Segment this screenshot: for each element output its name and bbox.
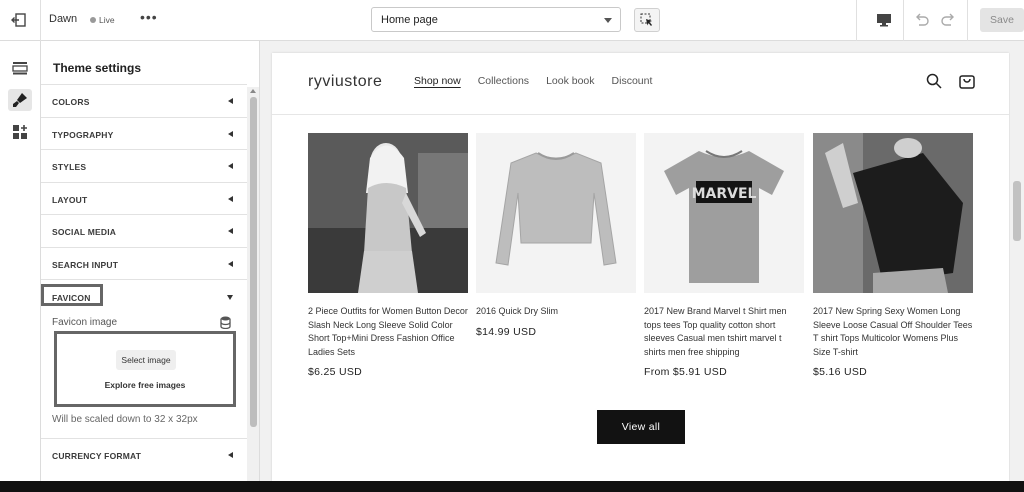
select-image-button[interactable]: Select image xyxy=(116,350,176,370)
product-image-tshirt[interactable]: MARVEL xyxy=(644,133,804,293)
chevron-left-icon xyxy=(228,228,233,234)
status-dot-icon xyxy=(90,17,96,23)
sections-button[interactable] xyxy=(8,57,32,79)
section-layout[interactable]: LAYOUT xyxy=(41,182,247,215)
nav-discount[interactable]: Discount xyxy=(612,75,653,87)
section-styles[interactable]: STYLES xyxy=(41,149,247,182)
divider xyxy=(40,0,41,41)
theme-settings-panel: Theme settings COLORS TYPOGRAPHY STYLES … xyxy=(41,41,260,481)
section-search-input[interactable]: SEARCH INPUT xyxy=(41,247,247,280)
chevron-left-icon xyxy=(228,452,233,458)
inspector-icon xyxy=(640,13,652,26)
bottom-bar xyxy=(0,481,1024,492)
favicon-image-label: Favicon image xyxy=(52,317,118,328)
section-social-media[interactable]: SOCIAL MEDIA xyxy=(41,214,247,247)
panel-scrollbar[interactable] xyxy=(247,87,259,481)
store-logo[interactable]: ryviustore xyxy=(308,73,382,91)
apps-button[interactable] xyxy=(8,121,32,143)
section-label: TYPOGRAPHY xyxy=(52,130,114,140)
inspector-toggle-button[interactable] xyxy=(634,8,660,32)
editor-sidebar-rail xyxy=(0,41,41,481)
product-image-dress[interactable] xyxy=(308,133,468,293)
chevron-down-icon xyxy=(604,18,612,23)
section-label: STYLES xyxy=(52,162,87,172)
theme-name: Dawn xyxy=(49,13,78,25)
save-button[interactable]: Save xyxy=(980,8,1024,32)
section-typography[interactable]: TYPOGRAPHY xyxy=(41,117,247,150)
product-price: $14.99 USD xyxy=(476,325,537,338)
product-title[interactable]: 2017 New Spring Sexy Women Long Sleeve L… xyxy=(813,305,973,359)
nav-collections[interactable]: Collections xyxy=(478,75,529,87)
product-title[interactable]: 2017 New Brand Marvel t Shirt men tops t… xyxy=(644,305,804,359)
desktop-view-button[interactable] xyxy=(873,10,895,30)
favicon-image-picker: Select image Explore free images xyxy=(54,331,236,407)
view-all-button[interactable]: View all xyxy=(597,410,685,444)
sections-icon xyxy=(12,62,28,75)
favicon-highlight-box xyxy=(41,284,103,306)
chevron-left-icon xyxy=(228,261,233,267)
product-card[interactable]: 2016 Quick Dry Slim $14.99 USD xyxy=(476,133,636,338)
product-price: $5.16 USD xyxy=(813,366,868,378)
desktop-icon xyxy=(877,14,891,27)
product-image-sweater[interactable] xyxy=(476,133,636,293)
chevron-left-icon xyxy=(228,196,233,202)
divider xyxy=(903,0,904,41)
nav-shop-now[interactable]: Shop now xyxy=(414,75,461,87)
scroll-up-icon xyxy=(250,89,256,93)
undo-icon xyxy=(916,13,929,26)
section-currency-format[interactable]: CURRENCY FORMAT xyxy=(41,438,247,471)
live-label: Live xyxy=(99,15,115,25)
page-selector-value: Home page xyxy=(381,14,438,26)
scrollbar-thumb[interactable] xyxy=(1013,181,1021,241)
product-card[interactable]: 2017 New Spring Sexy Women Long Sleeve L… xyxy=(813,133,973,378)
product-price: From $5.91 USD xyxy=(644,366,727,378)
redo-button[interactable] xyxy=(938,10,958,30)
product-title[interactable]: 2016 Quick Dry Slim xyxy=(476,305,636,319)
product-title[interactable]: 2 Piece Outfits for Women Button Decor S… xyxy=(308,305,468,359)
exit-icon[interactable] xyxy=(8,9,30,31)
section-label: SOCIAL MEDIA xyxy=(52,227,117,237)
section-label: LAYOUT xyxy=(52,195,88,205)
redo-icon xyxy=(941,13,954,26)
chevron-left-icon xyxy=(228,98,233,104)
preview-scrollbar[interactable] xyxy=(1010,41,1024,481)
chevron-left-icon xyxy=(228,163,233,169)
divider xyxy=(967,0,968,41)
product-card[interactable]: MARVEL 2017 New Brand Marvel t Shirt men… xyxy=(644,133,804,378)
more-actions-button[interactable]: ••• xyxy=(140,9,158,25)
product-card[interactable]: 2 Piece Outfits for Women Button Decor S… xyxy=(308,133,468,378)
brush-icon xyxy=(13,93,27,107)
header-divider xyxy=(272,114,1009,115)
search-icon[interactable] xyxy=(925,72,943,90)
tshirt-print-text: MARVEL xyxy=(692,186,757,202)
section-label: SEARCH INPUT xyxy=(52,260,119,270)
favicon-help-text: Will be scaled down to 32 x 32px xyxy=(52,414,198,425)
section-label: CURRENCY FORMAT xyxy=(52,451,142,461)
editor-topbar: Dawn Live ••• Home page Save xyxy=(0,0,1024,41)
theme-settings-button[interactable] xyxy=(8,89,32,111)
storefront-preview: ryviustore Shop now Collections Look boo… xyxy=(272,53,1009,481)
cart-icon[interactable] xyxy=(958,72,976,90)
live-badge: Live xyxy=(90,15,115,25)
explore-free-images-link[interactable]: Explore free images xyxy=(57,380,233,390)
section-colors[interactable]: COLORS xyxy=(41,84,247,117)
panel-title: Theme settings xyxy=(53,61,142,75)
page-selector[interactable]: Home page xyxy=(371,7,621,32)
divider xyxy=(856,0,857,41)
chevron-down-icon xyxy=(227,295,233,300)
product-image-top[interactable] xyxy=(813,133,973,293)
product-price: $6.25 USD xyxy=(308,366,363,378)
section-label: COLORS xyxy=(52,97,90,107)
nav-look-book[interactable]: Look book xyxy=(546,75,594,87)
chevron-left-icon xyxy=(228,131,233,137)
database-icon xyxy=(219,315,231,329)
undo-button[interactable] xyxy=(912,10,932,30)
store-nav: Shop now Collections Look book Discount xyxy=(414,75,652,87)
apps-icon xyxy=(13,125,27,139)
scrollbar-thumb[interactable] xyxy=(250,97,257,427)
